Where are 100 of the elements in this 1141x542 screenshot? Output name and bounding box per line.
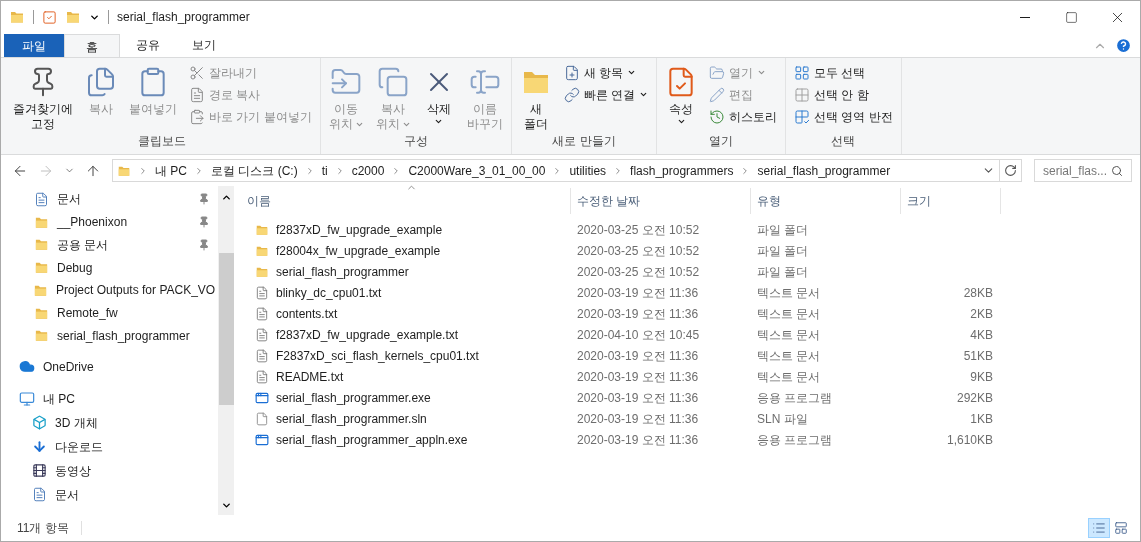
breadcrumb-item[interactable]: utilities: [569, 161, 607, 180]
column-header[interactable]: 수정한 날짜: [571, 188, 751, 214]
size-cell-text: 51KB: [962, 347, 993, 365]
file-name-cell[interactable]: f2837xD_fw_upgrade_example: [241, 220, 571, 239]
sidebar-item[interactable]: Debug: [1, 256, 218, 280]
file-name-cell[interactable]: f2837xD_fw_upgrade_example.txt: [241, 325, 571, 344]
sidebar-item[interactable]: 문서: [1, 482, 218, 507]
ribbon-button[interactable]: 빠른 연결: [559, 84, 652, 105]
file-name-cell[interactable]: serial_flash_programmer: [241, 262, 571, 281]
date-cell-text: 2020-03-19 오전 11:36: [576, 284, 700, 302]
group-label: 열기: [708, 133, 734, 150]
refresh-icon[interactable]: [1004, 164, 1017, 177]
sidebar-item[interactable]: 다운로드: [1, 434, 218, 459]
ribbon-button[interactable]: 속성: [661, 62, 701, 132]
ribbon-button[interactable]: 선택 안 함: [790, 84, 897, 105]
tiles-icon: [1114, 521, 1128, 535]
sidebar-item[interactable]: __Phoenixon: [1, 210, 218, 234]
type-cell-text: 텍스트 문서: [756, 284, 822, 302]
help-icon[interactable]: [1115, 37, 1132, 54]
column-header[interactable]: 이름: [241, 188, 571, 214]
caret-icon: [354, 120, 364, 129]
ribbon-tab[interactable]: 보기: [176, 33, 232, 57]
type-cell-text: 텍스트 문서: [756, 326, 822, 344]
text-file-icon: [255, 369, 269, 384]
breadcrumb-item[interactable]: serial_flash_programmer: [757, 161, 891, 180]
pin-icon[interactable]: [198, 238, 210, 251]
column-header[interactable]: 크기: [901, 188, 1001, 214]
file-name-cell[interactable]: f28004x_fw_upgrade_example: [241, 241, 571, 260]
maximize-icon: [1064, 10, 1078, 24]
select-none-icon: [794, 86, 810, 103]
scrollbar[interactable]: [218, 186, 234, 515]
search-field[interactable]: serial_flas...: [1034, 159, 1132, 182]
select-all-icon: [794, 64, 810, 81]
document-icon: [31, 487, 47, 503]
ribbon-tab[interactable]: 홈: [64, 34, 120, 58]
file-name-cell[interactable]: README.txt: [241, 367, 571, 386]
breadcrumb-item[interactable]: C2000Ware_3_01_00_00: [408, 161, 546, 180]
link-icon: [563, 86, 580, 103]
file-name-cell[interactable]: blinky_dc_cpu01.txt: [241, 283, 571, 302]
cube-icon: [31, 415, 47, 431]
folder-icon: [33, 237, 49, 253]
type-cell-text: 텍스트 문서: [756, 347, 822, 365]
sidebar-item[interactable]: 동영상: [1, 458, 218, 483]
scroll-down-icon[interactable]: [220, 500, 232, 511]
list-icon: [1092, 521, 1106, 535]
type-cell-text: SLN 파일: [756, 410, 809, 428]
ribbon-button[interactable]: 즐겨찾기에 고정: [9, 62, 77, 132]
download-icon: [31, 439, 47, 455]
pin-icon[interactable]: [198, 216, 210, 229]
breadcrumb-item[interactable]: flash_programmers: [630, 161, 734, 180]
size-cell-text: 28KB: [962, 284, 993, 302]
caret-icon: [639, 90, 648, 99]
scroll-up-icon[interactable]: [220, 192, 232, 203]
ribbon-button[interactable]: 선택 영역 반전: [790, 106, 897, 127]
edit-icon: [709, 86, 725, 103]
document-icon: [33, 191, 49, 207]
file-name-cell[interactable]: contents.txt: [241, 304, 571, 323]
sidebar-item[interactable]: 공용 문서: [1, 233, 218, 257]
sidebar-item[interactable]: Remote_fw: [1, 301, 218, 325]
sidebar-item[interactable]: 문서: [1, 188, 218, 211]
ribbon-button[interactable]: 새 항목: [559, 62, 652, 83]
type-cell-text: 텍스트 문서: [756, 368, 822, 386]
minimize-icon: [1020, 16, 1030, 18]
size-cell-text: 2KB: [969, 305, 993, 323]
breadcrumb-item[interactable]: ti: [321, 161, 328, 180]
caret-icon: [627, 68, 636, 77]
ribbon-button[interactable]: 새 폴더: [515, 62, 556, 132]
address-bar[interactable]: 내 PC 로컬 디스크 (C:) ti c2000 C2000Ware_3_01_00_00 utilities flash_programmers serial_flash_programmer: [112, 159, 1022, 182]
search-icon: [1111, 164, 1123, 177]
paste-shortcut-icon: [189, 108, 205, 125]
application-icon: [255, 390, 269, 405]
sidebar-item[interactable]: Project Outputs for PACK_VO: [1, 279, 218, 302]
file-name-cell[interactable]: serial_flash_programmer.sln: [241, 409, 571, 428]
sidebar-item[interactable]: 3D 개체: [1, 410, 218, 435]
sidebar-item[interactable]: serial_flash_programmer: [1, 324, 218, 348]
breadcrumb-item[interactable]: 로컬 디스크 (C:): [211, 161, 298, 180]
breadcrumb-item[interactable]: c2000: [351, 161, 385, 180]
column-header[interactable]: 유형: [751, 188, 901, 214]
sidebar-item[interactable]: OneDrive: [1, 354, 218, 379]
date-cell-text: 2020-03-25 오전 10:52: [576, 242, 701, 260]
open-icon: [709, 64, 725, 81]
file-tab[interactable]: 파일: [4, 34, 64, 57]
date-cell-text: 2020-03-19 오전 11:36: [576, 410, 700, 428]
ribbon-tab[interactable]: 공유: [120, 33, 176, 57]
ribbon-button[interactable]: 히스토리: [705, 106, 781, 127]
ribbon-button[interactable]: 모두 선택: [790, 62, 897, 83]
file-name-cell[interactable]: serial_flash_programmer_appln.exe: [241, 430, 571, 449]
file-icon: [255, 411, 269, 426]
folder-icon: [9, 9, 25, 25]
text-file-icon: [255, 348, 269, 363]
file-name-cell[interactable]: serial_flash_programmer.exe: [241, 388, 571, 407]
ribbon-button[interactable]: 삭제: [418, 62, 459, 132]
caret-icon: [434, 117, 444, 126]
details-view-button[interactable]: [1088, 518, 1110, 538]
file-name-cell[interactable]: F2837xD_sci_flash_kernels_cpu01.txt: [241, 346, 571, 365]
sidebar-item[interactable]: 내 PC: [1, 386, 218, 411]
properties-icon[interactable]: [42, 9, 57, 25]
breadcrumb-item[interactable]: 내 PC: [155, 161, 187, 180]
pin-icon[interactable]: [198, 193, 210, 206]
caret-icon: [401, 120, 411, 129]
